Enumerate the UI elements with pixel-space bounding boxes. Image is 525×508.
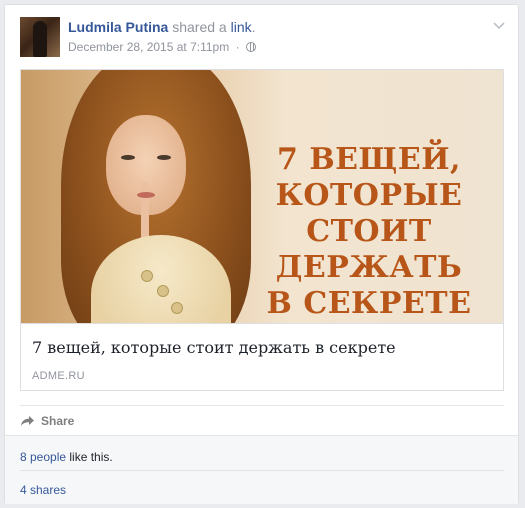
image-necklace-bead xyxy=(157,285,169,297)
meta-separator: · xyxy=(235,40,240,54)
headline-line-3: В СЕКРЕТЕ xyxy=(266,286,472,321)
post-timestamp[interactable]: December 28, 2015 at 7:11pm xyxy=(68,40,229,54)
image-lips xyxy=(137,192,155,198)
image-necklace-bead xyxy=(141,270,153,282)
post-card: Ludmila Putina shared a link. December 2… xyxy=(4,4,519,504)
globe-icon[interactable] xyxy=(245,42,256,52)
post-footer: 8 people like this. 4 shares xyxy=(5,435,518,504)
chevron-down-icon[interactable] xyxy=(492,19,506,33)
shares-count-link[interactable]: 4 shares xyxy=(20,483,66,497)
link-preview-image[interactable]: 7 ВЕЩЕЙ, КОТОРЫЕ СТОИТ ДЕРЖАТЬ В СЕКРЕТЕ xyxy=(21,70,503,323)
post-action-text: shared a link. xyxy=(172,19,255,35)
action-prefix: shared a xyxy=(172,19,227,35)
image-finger xyxy=(141,182,149,242)
action-suffix: . xyxy=(251,19,256,35)
action-bar: Share xyxy=(20,405,504,436)
share-button[interactable]: Share xyxy=(20,414,74,428)
action-link[interactable]: link xyxy=(231,19,252,35)
footer-divider xyxy=(20,470,504,471)
author-name-link[interactable]: Ludmila Putina xyxy=(68,19,168,35)
link-title[interactable]: 7 вещей, которые стоит держать в секрете xyxy=(32,338,396,357)
likes-summary: 8 people like this. xyxy=(20,450,113,464)
likes-people-link[interactable]: 8 people xyxy=(20,450,66,464)
post-meta: December 28, 2015 at 7:11pm · xyxy=(68,40,256,54)
link-preview[interactable]: 7 ВЕЩЕЙ, КОТОРЫЕ СТОИТ ДЕРЖАТЬ В СЕКРЕТЕ… xyxy=(20,69,504,391)
image-eye-right xyxy=(157,155,171,160)
link-domain: ADME.RU xyxy=(32,370,85,382)
avatar-figure xyxy=(33,21,47,57)
image-eye-left xyxy=(121,155,135,160)
likes-suffix: like this. xyxy=(66,450,113,464)
share-label: Share xyxy=(41,414,75,428)
post-header: Ludmila Putina shared a link. xyxy=(68,19,256,35)
headline-line-2: СТОИТ ДЕРЖАТЬ xyxy=(275,214,463,285)
share-arrow-icon xyxy=(21,416,34,426)
link-caption[interactable]: 7 вещей, которые стоит держать в секрете… xyxy=(21,323,503,391)
image-headline: 7 ВЕЩЕЙ, КОТОРЫЕ СТОИТ ДЕРЖАТЬ В СЕКРЕТЕ xyxy=(251,142,487,322)
avatar[interactable] xyxy=(20,17,60,57)
headline-line-1: 7 ВЕЩЕЙ, КОТОРЫЕ xyxy=(275,142,463,213)
image-necklace-bead xyxy=(171,302,183,314)
